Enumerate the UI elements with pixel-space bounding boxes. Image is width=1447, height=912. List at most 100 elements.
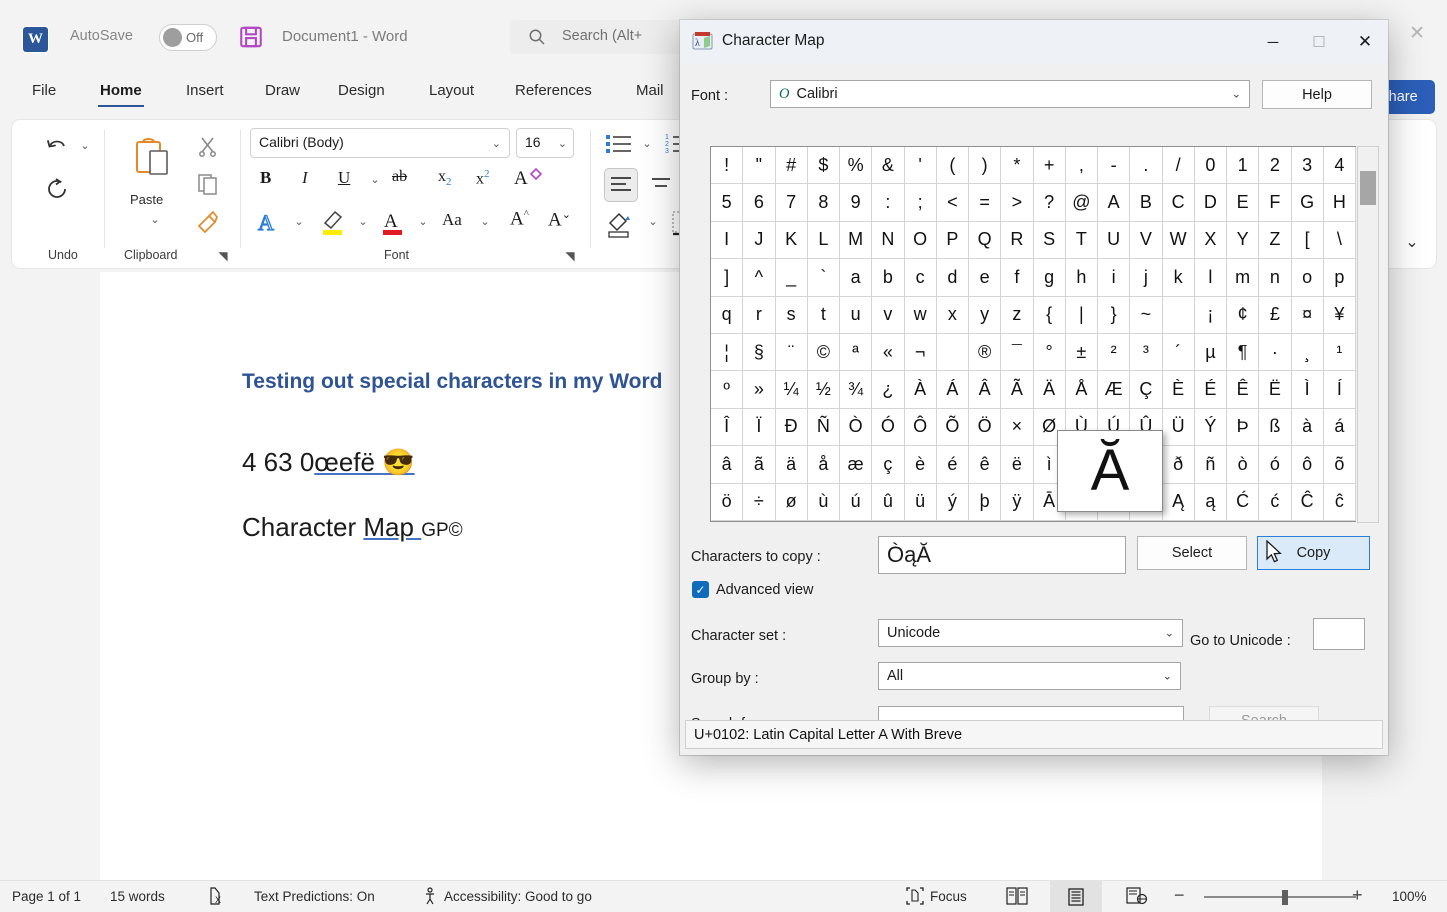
superscript-button[interactable]: x2 [476,168,490,188]
character-cell[interactable]: : [872,184,904,221]
paste-button[interactable] [122,128,184,190]
character-grid-scrollbar[interactable] [1357,146,1379,523]
status-page[interactable]: Page 1 of 1 [12,889,81,904]
goto-unicode-input[interactable] [1313,618,1365,650]
font-name-input[interactable]: Calibri (Body) ⌄ [250,128,510,158]
character-cell[interactable]: ä [776,446,808,483]
bullets-icon[interactable] [604,132,636,156]
character-cell[interactable]: , [1066,147,1098,184]
character-cell[interactable]: W [1163,222,1195,259]
web-layout-icon[interactable] [1126,887,1148,907]
undo-dropdown-icon[interactable]: ⌄ [78,138,92,152]
character-cell[interactable]: N [872,222,904,259]
character-cell[interactable]: ¨ [776,334,808,371]
character-cell[interactable]: " [743,147,775,184]
character-cell[interactable]: ë [1001,446,1033,483]
character-set-combobox[interactable]: Unicode ⌄ [878,619,1183,647]
character-cell[interactable]: M [840,222,872,259]
character-cell[interactable]: 2 [1259,147,1291,184]
change-case-dropdown-icon[interactable]: ⌄ [478,214,492,228]
character-cell[interactable]: » [743,371,775,408]
charmap-maximize-button[interactable]: ☐ [1296,20,1342,64]
redo-button[interactable] [38,172,76,204]
character-cell[interactable]: P [937,222,969,259]
character-cell[interactable]: â [711,446,743,483]
character-cell[interactable]: b [872,259,904,296]
character-cell[interactable]: w [905,297,937,334]
tab-design[interactable]: Design [336,78,387,103]
character-cell[interactable]: l [1195,259,1227,296]
status-accessibility[interactable]: Accessibility: Good to go [444,889,592,904]
font-dialog-launcher-icon[interactable]: ◥ [562,248,578,264]
character-cell[interactable]: O [905,222,937,259]
character-cell[interactable]: Ą [1163,484,1195,521]
character-cell[interactable]: Ý [1195,409,1227,446]
character-cell[interactable]: & [872,147,904,184]
paste-dropdown-icon[interactable]: ⌄ [148,212,162,226]
character-cell[interactable]: § [743,334,775,371]
change-case-button[interactable]: Aa [442,210,462,230]
tab-mailings[interactable]: Mail [634,78,666,103]
font-name-dropdown-icon[interactable]: ⌄ [492,137,501,150]
character-cell[interactable]: Õ [937,409,969,446]
character-cell[interactable]: É [1195,371,1227,408]
character-cell[interactable]: Ã [1001,371,1033,408]
font-color-dropdown-icon[interactable]: ⌄ [416,214,430,228]
character-cell[interactable]: ¶ [1227,334,1259,371]
character-cell[interactable]: g [1034,259,1066,296]
copy-icon[interactable] [194,170,222,198]
proofing-errors-icon[interactable]: X [208,887,228,907]
character-cell[interactable]: ; [905,184,937,221]
highlight-color-icon[interactable] [318,206,348,238]
character-cell[interactable]: Ô [905,409,937,446]
character-cell[interactable]: h [1066,259,1098,296]
character-cell[interactable]: ¦ [711,334,743,371]
character-cell[interactable]: 4 [1324,147,1356,184]
character-cell[interactable]: à [1292,409,1324,446]
group-by-combobox[interactable]: All ⌄ [878,662,1181,690]
character-cell[interactable]: á [1324,409,1356,446]
character-cell[interactable]: ± [1066,334,1098,371]
tab-layout[interactable]: Layout [427,78,476,103]
underline-dropdown-icon[interactable]: ⌄ [368,172,382,186]
character-cell[interactable]: > [1001,184,1033,221]
character-cell[interactable]: Â [969,371,1001,408]
character-cell[interactable]: Á [937,371,969,408]
character-cell[interactable]: k [1163,259,1195,296]
character-cell[interactable]: þ [969,484,1001,521]
zoom-slider[interactable] [1204,896,1356,898]
tab-file[interactable]: File [30,78,58,103]
character-cell[interactable]: V [1130,222,1162,259]
font-dropdown-icon[interactable]: ⌄ [1232,88,1241,101]
character-cell[interactable]: . [1130,147,1162,184]
character-cell[interactable]: Æ [1098,371,1130,408]
character-cell[interactable]: j [1130,259,1162,296]
print-layout-icon[interactable] [1050,881,1102,912]
character-cell[interactable]: % [840,147,872,184]
zoom-out-button[interactable]: − [1174,885,1185,906]
charmap-close-button[interactable]: ✕ [1342,20,1388,64]
character-cell[interactable] [1163,297,1195,334]
character-cell[interactable]: é [937,446,969,483]
clipboard-dialog-launcher-icon[interactable]: ◥ [215,248,231,264]
character-cell[interactable]: 5 [711,184,743,221]
character-cell[interactable]: - [1098,147,1130,184]
character-cell[interactable]: å [808,446,840,483]
character-cell[interactable]: ! [711,147,743,184]
bullets-dropdown-icon[interactable]: ⌄ [640,136,654,150]
text-effects-dropdown-icon[interactable]: ⌄ [292,214,306,228]
font-combobox[interactable]: O Calibri ⌄ [770,80,1250,108]
character-cell[interactable]: ó [1259,446,1291,483]
character-cell[interactable]: ³ [1130,334,1162,371]
character-cell[interactable]: z [1001,297,1033,334]
character-cell[interactable]: × [1001,409,1033,446]
grow-font-button[interactable]: A^ [510,208,529,230]
character-cell[interactable]: ê [969,446,1001,483]
character-cell[interactable]: Ć [1227,484,1259,521]
character-grid[interactable]: !"#$%&'()*+,-./0123456789:;<=>?@ABCDEFGH… [710,146,1356,522]
character-cell[interactable]: I [711,222,743,259]
character-cell[interactable]: R [1001,222,1033,259]
character-cell[interactable]: ´ [1163,334,1195,371]
character-cell[interactable]: ã [743,446,775,483]
character-cell[interactable]: ² [1098,334,1130,371]
